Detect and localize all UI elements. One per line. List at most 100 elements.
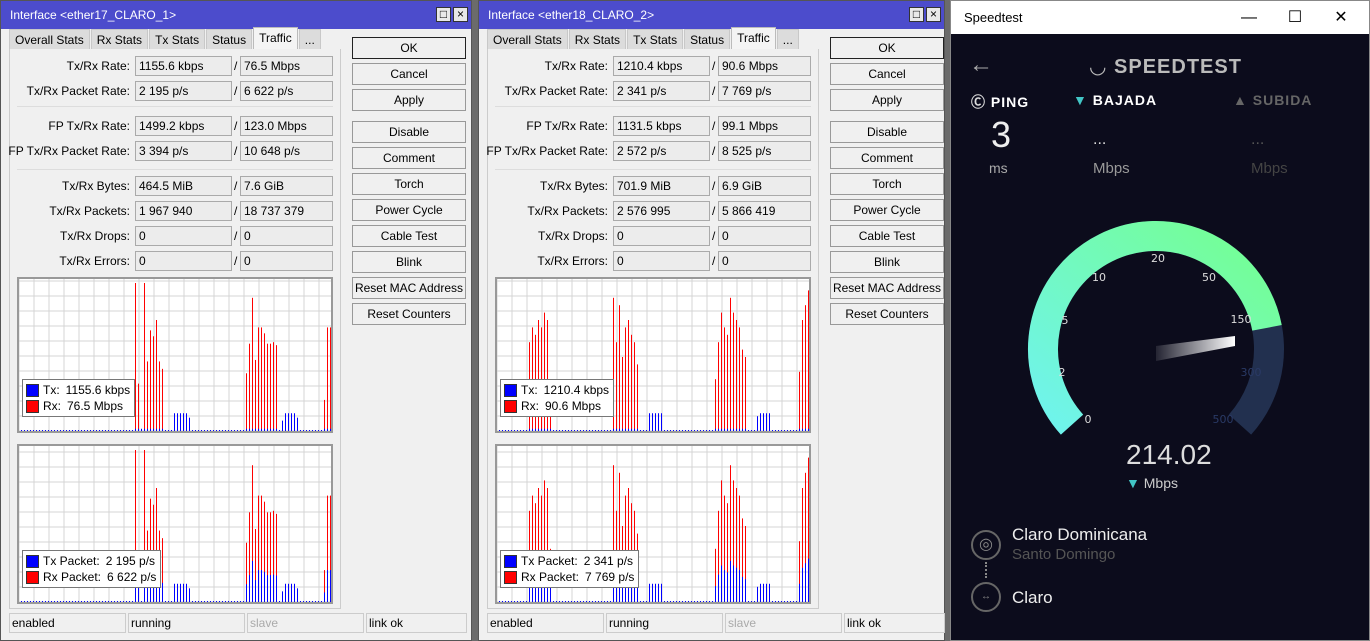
ok-button[interactable]: OK bbox=[352, 37, 466, 59]
tab-[interactable]: ... bbox=[776, 29, 799, 49]
comment-button[interactable]: Comment bbox=[352, 147, 466, 169]
maximize-button[interactable]: □ bbox=[436, 7, 451, 22]
rx-bar bbox=[261, 327, 262, 431]
rx-value-field[interactable]: 6.9 GiB bbox=[718, 176, 811, 196]
tx-value-field[interactable]: 0 bbox=[135, 251, 232, 271]
window-titlebar[interactable]: Interface <ether18_CLARO_2> bbox=[479, 1, 944, 29]
tab-tx-stats[interactable]: Tx Stats bbox=[149, 29, 206, 49]
apply-button[interactable]: Apply bbox=[830, 89, 944, 111]
tab-overall-stats[interactable]: Overall Stats bbox=[487, 29, 568, 49]
tx-value-field[interactable]: 1210.4 kbps bbox=[613, 56, 710, 76]
rx-value-field[interactable]: 0 bbox=[718, 251, 811, 271]
rx-value-field[interactable]: 10 648 p/s bbox=[240, 141, 333, 161]
tx-bar bbox=[24, 430, 25, 431]
close-button[interactable]: × bbox=[926, 7, 941, 22]
torch-button[interactable]: Torch bbox=[830, 173, 944, 195]
tx-bar bbox=[592, 601, 593, 602]
disable-button[interactable]: Disable bbox=[830, 121, 944, 143]
tx-value-field[interactable]: 2 572 p/s bbox=[613, 141, 710, 161]
blink-button[interactable]: Blink bbox=[830, 251, 944, 273]
tx-value-field[interactable]: 3 394 p/s bbox=[135, 141, 232, 161]
tx-value-field[interactable]: 2 341 p/s bbox=[613, 81, 710, 101]
field-label: Tx/Rx Errors: bbox=[59, 254, 130, 268]
tx-value-field[interactable]: 701.9 MiB bbox=[613, 176, 710, 196]
comment-button[interactable]: Comment bbox=[830, 147, 944, 169]
tx-bar bbox=[51, 601, 52, 602]
tx-bar bbox=[571, 601, 572, 602]
power-cycle-button[interactable]: Power Cycle bbox=[352, 199, 466, 221]
rx-value-field[interactable]: 0 bbox=[240, 251, 333, 271]
server-name[interactable]: Claro bbox=[1012, 588, 1053, 608]
tx-bar bbox=[658, 583, 659, 602]
rx-bar bbox=[733, 312, 734, 431]
reset-mac-address-button[interactable]: Reset MAC Address bbox=[352, 277, 466, 299]
torch-button[interactable]: Torch bbox=[352, 173, 466, 195]
blink-button[interactable]: Blink bbox=[352, 251, 466, 273]
rx-value-field[interactable]: 99.1 Mbps bbox=[718, 116, 811, 136]
cable-test-button[interactable]: Cable Test bbox=[352, 225, 466, 247]
rx-value-field[interactable]: 7 769 p/s bbox=[718, 81, 811, 101]
reset-counters-button[interactable]: Reset Counters bbox=[352, 303, 466, 325]
tx-bar bbox=[733, 428, 734, 431]
tab-traffic[interactable]: Traffic bbox=[253, 27, 298, 49]
cable-test-button[interactable]: Cable Test bbox=[830, 225, 944, 247]
tx-bar bbox=[237, 601, 238, 602]
rx-value-field[interactable]: 6 622 p/s bbox=[240, 81, 333, 101]
tab-status[interactable]: Status bbox=[206, 29, 253, 49]
tx-bar bbox=[132, 601, 133, 602]
tx-bar bbox=[198, 430, 199, 431]
tx-bar bbox=[748, 601, 749, 602]
rx-value-field[interactable]: 0 bbox=[718, 226, 811, 246]
tx-bar bbox=[775, 601, 776, 602]
reset-counters-button[interactable]: Reset Counters bbox=[830, 303, 944, 325]
tx-bar bbox=[787, 601, 788, 602]
tx-value-field[interactable]: 0 bbox=[135, 226, 232, 246]
tab-tx-stats[interactable]: Tx Stats bbox=[627, 29, 684, 49]
tx-bar bbox=[285, 413, 286, 431]
close-button[interactable]: × bbox=[453, 7, 468, 22]
isp-name[interactable]: Claro Dominicana bbox=[1012, 525, 1147, 545]
tx-value-field[interactable]: 0 bbox=[613, 226, 710, 246]
tx-value-field[interactable]: 0 bbox=[613, 251, 710, 271]
cancel-button[interactable]: Cancel bbox=[352, 63, 466, 85]
rx-value-field[interactable]: 18 737 379 bbox=[240, 201, 333, 221]
tab-rx-stats[interactable]: Rx Stats bbox=[90, 29, 149, 49]
tx-value-field[interactable]: 1131.5 kbps bbox=[613, 116, 710, 136]
tx-bar bbox=[321, 601, 322, 602]
apply-button[interactable]: Apply bbox=[352, 89, 466, 111]
tx-value-field[interactable]: 1499.2 kbps bbox=[135, 116, 232, 136]
tx-bar bbox=[559, 430, 560, 431]
tx-bar bbox=[90, 430, 91, 431]
tx-value-field[interactable]: 2 195 p/s bbox=[135, 81, 232, 101]
rx-value-field[interactable]: 90.6 Mbps bbox=[718, 56, 811, 76]
tx-value-field[interactable]: 2 576 995 bbox=[613, 201, 710, 221]
tx-bar bbox=[703, 601, 704, 602]
tab-status[interactable]: Status bbox=[684, 29, 731, 49]
rx-bar bbox=[724, 327, 725, 431]
tab-overall-stats[interactable]: Overall Stats bbox=[9, 29, 90, 49]
separator-slash: / bbox=[234, 144, 238, 158]
rx-value-field[interactable]: 5 866 419 bbox=[718, 201, 811, 221]
rx-color-swatch bbox=[504, 399, 517, 413]
rx-value-field[interactable]: 8 525 p/s bbox=[718, 141, 811, 161]
ok-button[interactable]: OK bbox=[830, 37, 944, 59]
tx-value-field[interactable]: 464.5 MiB bbox=[135, 176, 232, 196]
cancel-button[interactable]: Cancel bbox=[830, 63, 944, 85]
rx-value-field[interactable]: 0 bbox=[240, 226, 333, 246]
tx-bar bbox=[754, 601, 755, 602]
rx-value-field[interactable]: 7.6 GiB bbox=[240, 176, 333, 196]
maximize-button[interactable]: □ bbox=[909, 7, 924, 22]
tab-traffic[interactable]: Traffic bbox=[731, 27, 776, 49]
tx-value-field[interactable]: 1 967 940 bbox=[135, 201, 232, 221]
tab-rx-stats[interactable]: Rx Stats bbox=[568, 29, 627, 49]
tx-bar bbox=[757, 586, 758, 602]
window-titlebar[interactable]: Interface <ether17_CLARO_1> bbox=[1, 1, 471, 29]
tab-[interactable]: ... bbox=[298, 29, 321, 49]
tx-value-field[interactable]: 1155.6 kbps bbox=[135, 56, 232, 76]
separator-slash: / bbox=[712, 59, 716, 73]
power-cycle-button[interactable]: Power Cycle bbox=[830, 199, 944, 221]
rx-value-field[interactable]: 76.5 Mbps bbox=[240, 56, 333, 76]
disable-button[interactable]: Disable bbox=[352, 121, 466, 143]
reset-mac-address-button[interactable]: Reset MAC Address bbox=[830, 277, 944, 299]
rx-value-field[interactable]: 123.0 Mbps bbox=[240, 116, 333, 136]
